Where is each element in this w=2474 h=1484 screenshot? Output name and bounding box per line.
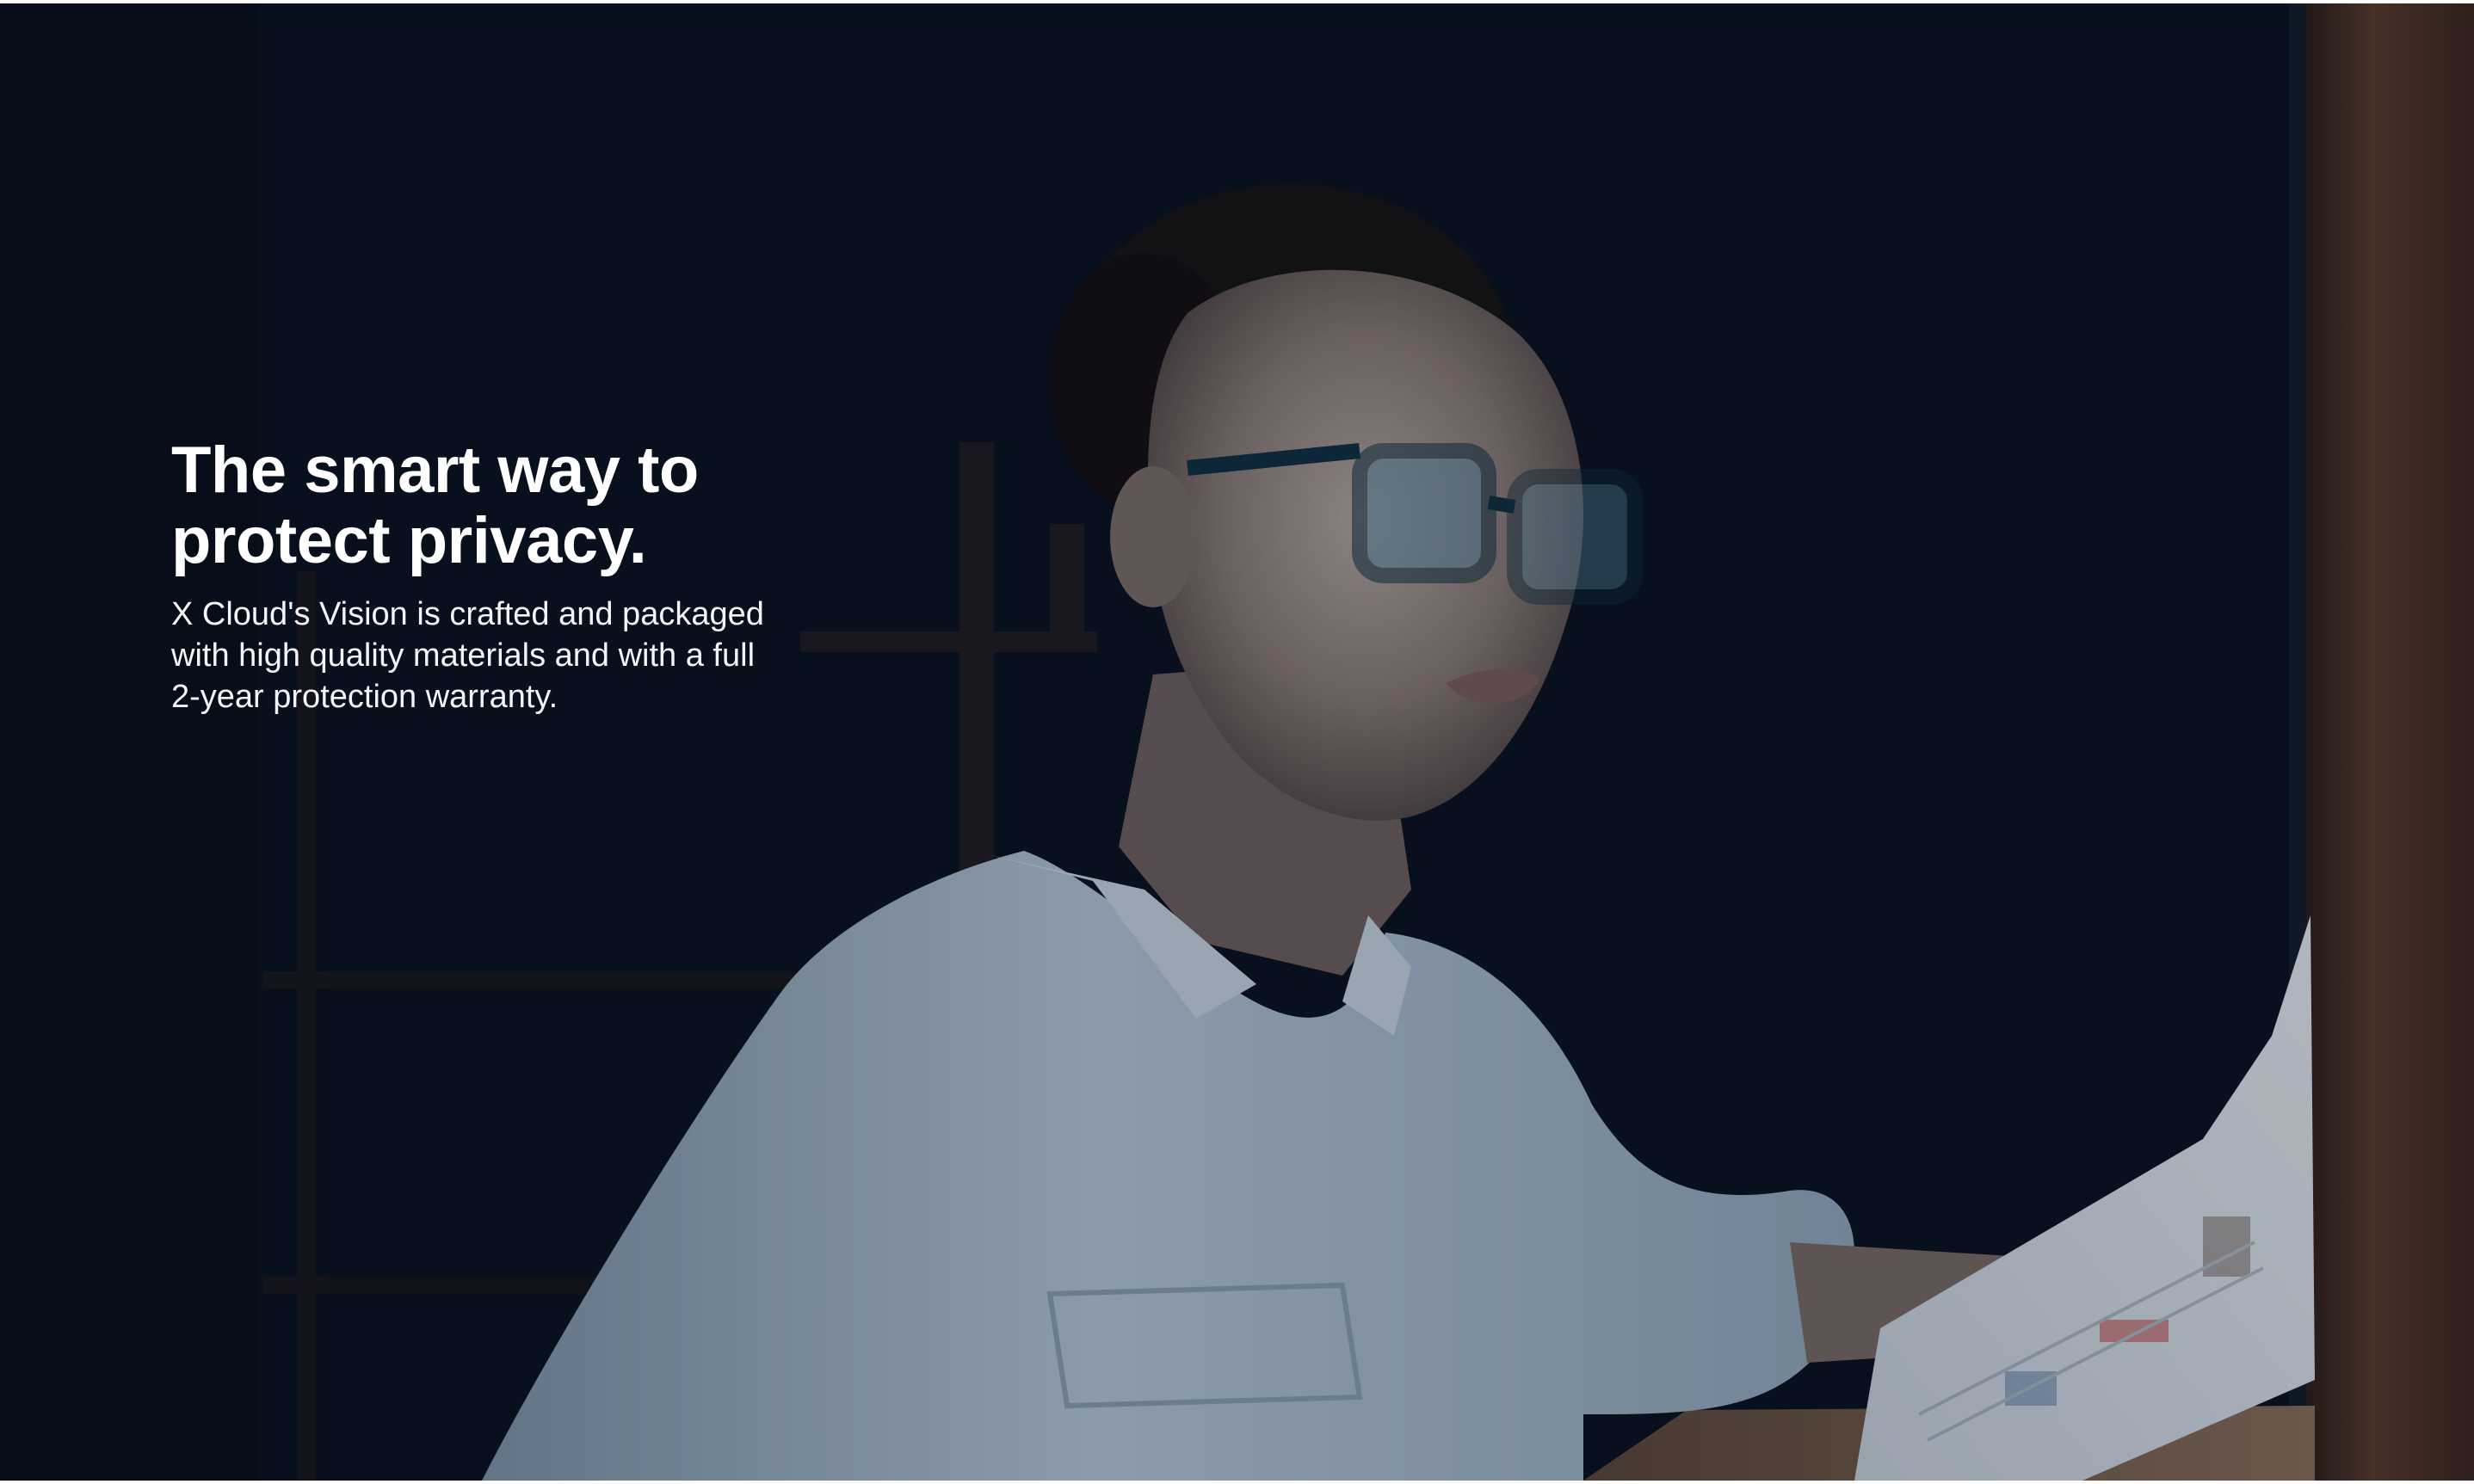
hero-description: X Cloud's Vision is crafted and packaged… <box>171 594 842 717</box>
hero-description-line: 2-year protection warranty. <box>171 679 558 715</box>
hero-headline-line: protect privacy. <box>171 504 647 577</box>
hero-section: The smart way to protect privacy. X Clou… <box>0 3 2474 1481</box>
hero-headline-line: The smart way to <box>171 434 699 507</box>
hero-description-line: X Cloud's Vision is crafted and packaged <box>171 596 764 632</box>
hero-headline: The smart way to protect privacy. <box>171 435 842 576</box>
woman-with-glasses-photo-icon <box>0 3 2474 1481</box>
hero-description-line: with high quality materials and with a f… <box>171 637 756 674</box>
hero-copy: The smart way to protect privacy. X Clou… <box>171 435 842 717</box>
